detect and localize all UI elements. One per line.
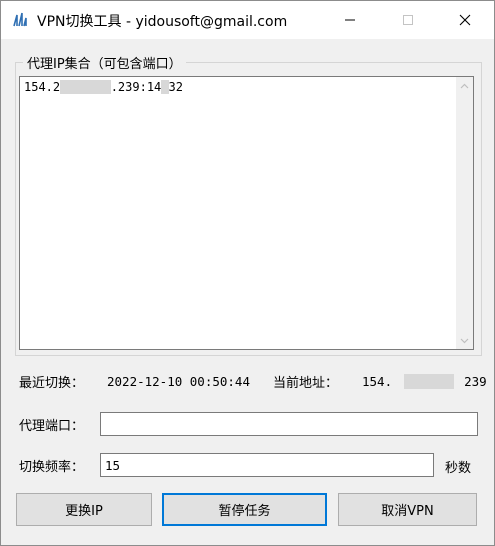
proxy-ip-entry: 154.20000000.239:14232	[24, 80, 183, 94]
last-switch-value: 2022-12-10 00:50:44	[107, 374, 250, 389]
interval-unit: 秒数	[445, 461, 472, 476]
vertical-scrollbar[interactable]	[456, 77, 473, 349]
redacted-block: .	[404, 374, 455, 389]
scroll-down-button[interactable]	[456, 332, 473, 349]
redacted-block: 2	[161, 80, 169, 94]
last-switch-label: 最近切换：	[19, 376, 85, 391]
switch-ip-button[interactable]: 更换IP	[16, 493, 152, 526]
proxy-ip-textarea[interactable]: 154.20000000.239:14232	[19, 76, 474, 350]
proxy-ip-group-label: 代理IP集合（可包含端口）	[23, 53, 186, 72]
pause-task-button[interactable]: 暂停任务	[162, 493, 327, 526]
close-icon	[459, 14, 471, 26]
app-logo-icon	[13, 12, 27, 27]
chevron-down-icon	[460, 338, 469, 343]
scroll-up-button[interactable]	[456, 77, 473, 94]
interval-label: 切换频率：	[19, 460, 85, 475]
current-address-label: 当前地址：	[273, 376, 339, 391]
current-address-value: 154..239	[362, 374, 487, 389]
maximize-button	[385, 1, 431, 39]
proxy-port-label: 代理端口：	[19, 419, 85, 434]
title-bar[interactable]: VPN切换工具 - yidousoft@gmail.com	[1, 1, 494, 39]
cancel-vpn-button[interactable]: 取消VPN	[338, 493, 477, 526]
proxy-port-input[interactable]	[100, 412, 478, 436]
close-button[interactable]	[442, 1, 488, 39]
minimize-button[interactable]	[327, 1, 373, 39]
interval-input[interactable]: 15	[100, 453, 434, 477]
maximize-icon	[403, 15, 413, 25]
chevron-up-icon	[460, 83, 469, 88]
redacted-block: 0000000	[60, 80, 111, 94]
app-window: VPN切换工具 - yidousoft@gmail.com 代理IP集合（可包含…	[0, 0, 495, 546]
window-title: VPN切换工具 - yidousoft@gmail.com	[37, 14, 288, 30]
minimize-icon	[345, 19, 355, 21]
